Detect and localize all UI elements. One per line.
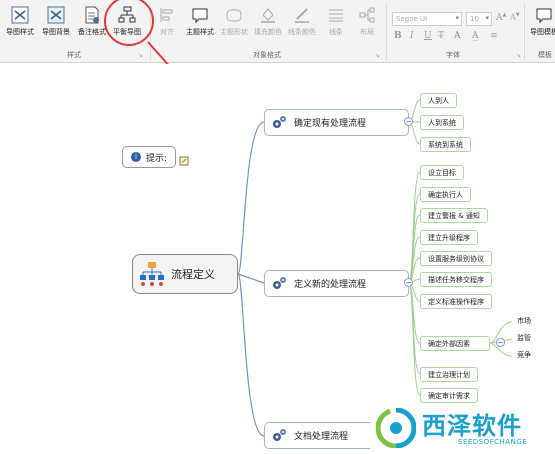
- leaf-topic[interactable]: 建立升级程序: [420, 230, 478, 245]
- sub-topic[interactable]: 竞争: [517, 350, 531, 360]
- mindmap-canvas[interactable]: i 提示: 流程定义 确定现有处理流程 − 定义新的处理流程 − 文档处理流程 …: [0, 64, 555, 454]
- brand-logo-icon: [376, 408, 416, 448]
- hint-label: 提示:: [146, 153, 168, 164]
- branch-topic[interactable]: 定义新的处理流程: [264, 270, 409, 297]
- branch-topic-label: 确定现有处理流程: [294, 119, 367, 129]
- leaf-topic[interactable]: 设立目标: [420, 165, 464, 180]
- root-topic-label: 流程定义: [171, 268, 215, 281]
- gears-icon: [273, 115, 286, 128]
- branch-topic[interactable]: 确定现有处理流程: [264, 109, 409, 136]
- root-topic[interactable]: 流程定义: [132, 254, 238, 294]
- gears-icon: [273, 276, 286, 289]
- leaf-topic[interactable]: 建立治理计划: [420, 367, 478, 382]
- collapse-toggle-icon[interactable]: −: [404, 117, 413, 126]
- leaf-topic[interactable]: 人到系统: [420, 115, 464, 130]
- leaf-topic[interactable]: 定义标准操作程序: [420, 294, 492, 309]
- leaf-topic[interactable]: 设置服务级别协议: [420, 251, 492, 266]
- sub-topic[interactable]: 监管: [517, 333, 531, 343]
- gears-icon: [273, 428, 286, 441]
- org-chart-icon: [140, 262, 164, 286]
- leaf-topic[interactable]: 描述任务移交程序: [420, 272, 492, 287]
- watermark-subtitle: SEEDSOFCHANGE: [458, 438, 528, 446]
- leaf-topic[interactable]: 确定执行人: [420, 187, 471, 202]
- collapse-toggle-icon[interactable]: −: [404, 278, 413, 287]
- leaf-topic[interactable]: 系统到系统: [420, 137, 471, 152]
- info-icon: i: [131, 152, 141, 162]
- branch-topic-label: 定义新的处理流程: [294, 280, 367, 290]
- leaf-topic[interactable]: 人到人: [420, 93, 457, 108]
- leaf-topic[interactable]: 确定审计需求: [420, 388, 478, 403]
- watermark-logo: 西泽软件 SEEDSOFCHANGE: [370, 404, 555, 454]
- sub-topic[interactable]: 市场: [517, 316, 531, 326]
- collapse-toggle-icon[interactable]: −: [496, 338, 505, 347]
- hint-node[interactable]: i 提示:: [122, 146, 177, 168]
- leaf-topic[interactable]: 建立警报 & 通知: [420, 208, 488, 223]
- branch-topic-label: 文档处理流程: [294, 432, 349, 442]
- leaf-topic[interactable]: 确定外部因素: [420, 336, 490, 351]
- watermark-title: 西泽软件: [422, 412, 522, 440]
- edit-note-icon[interactable]: [179, 156, 189, 166]
